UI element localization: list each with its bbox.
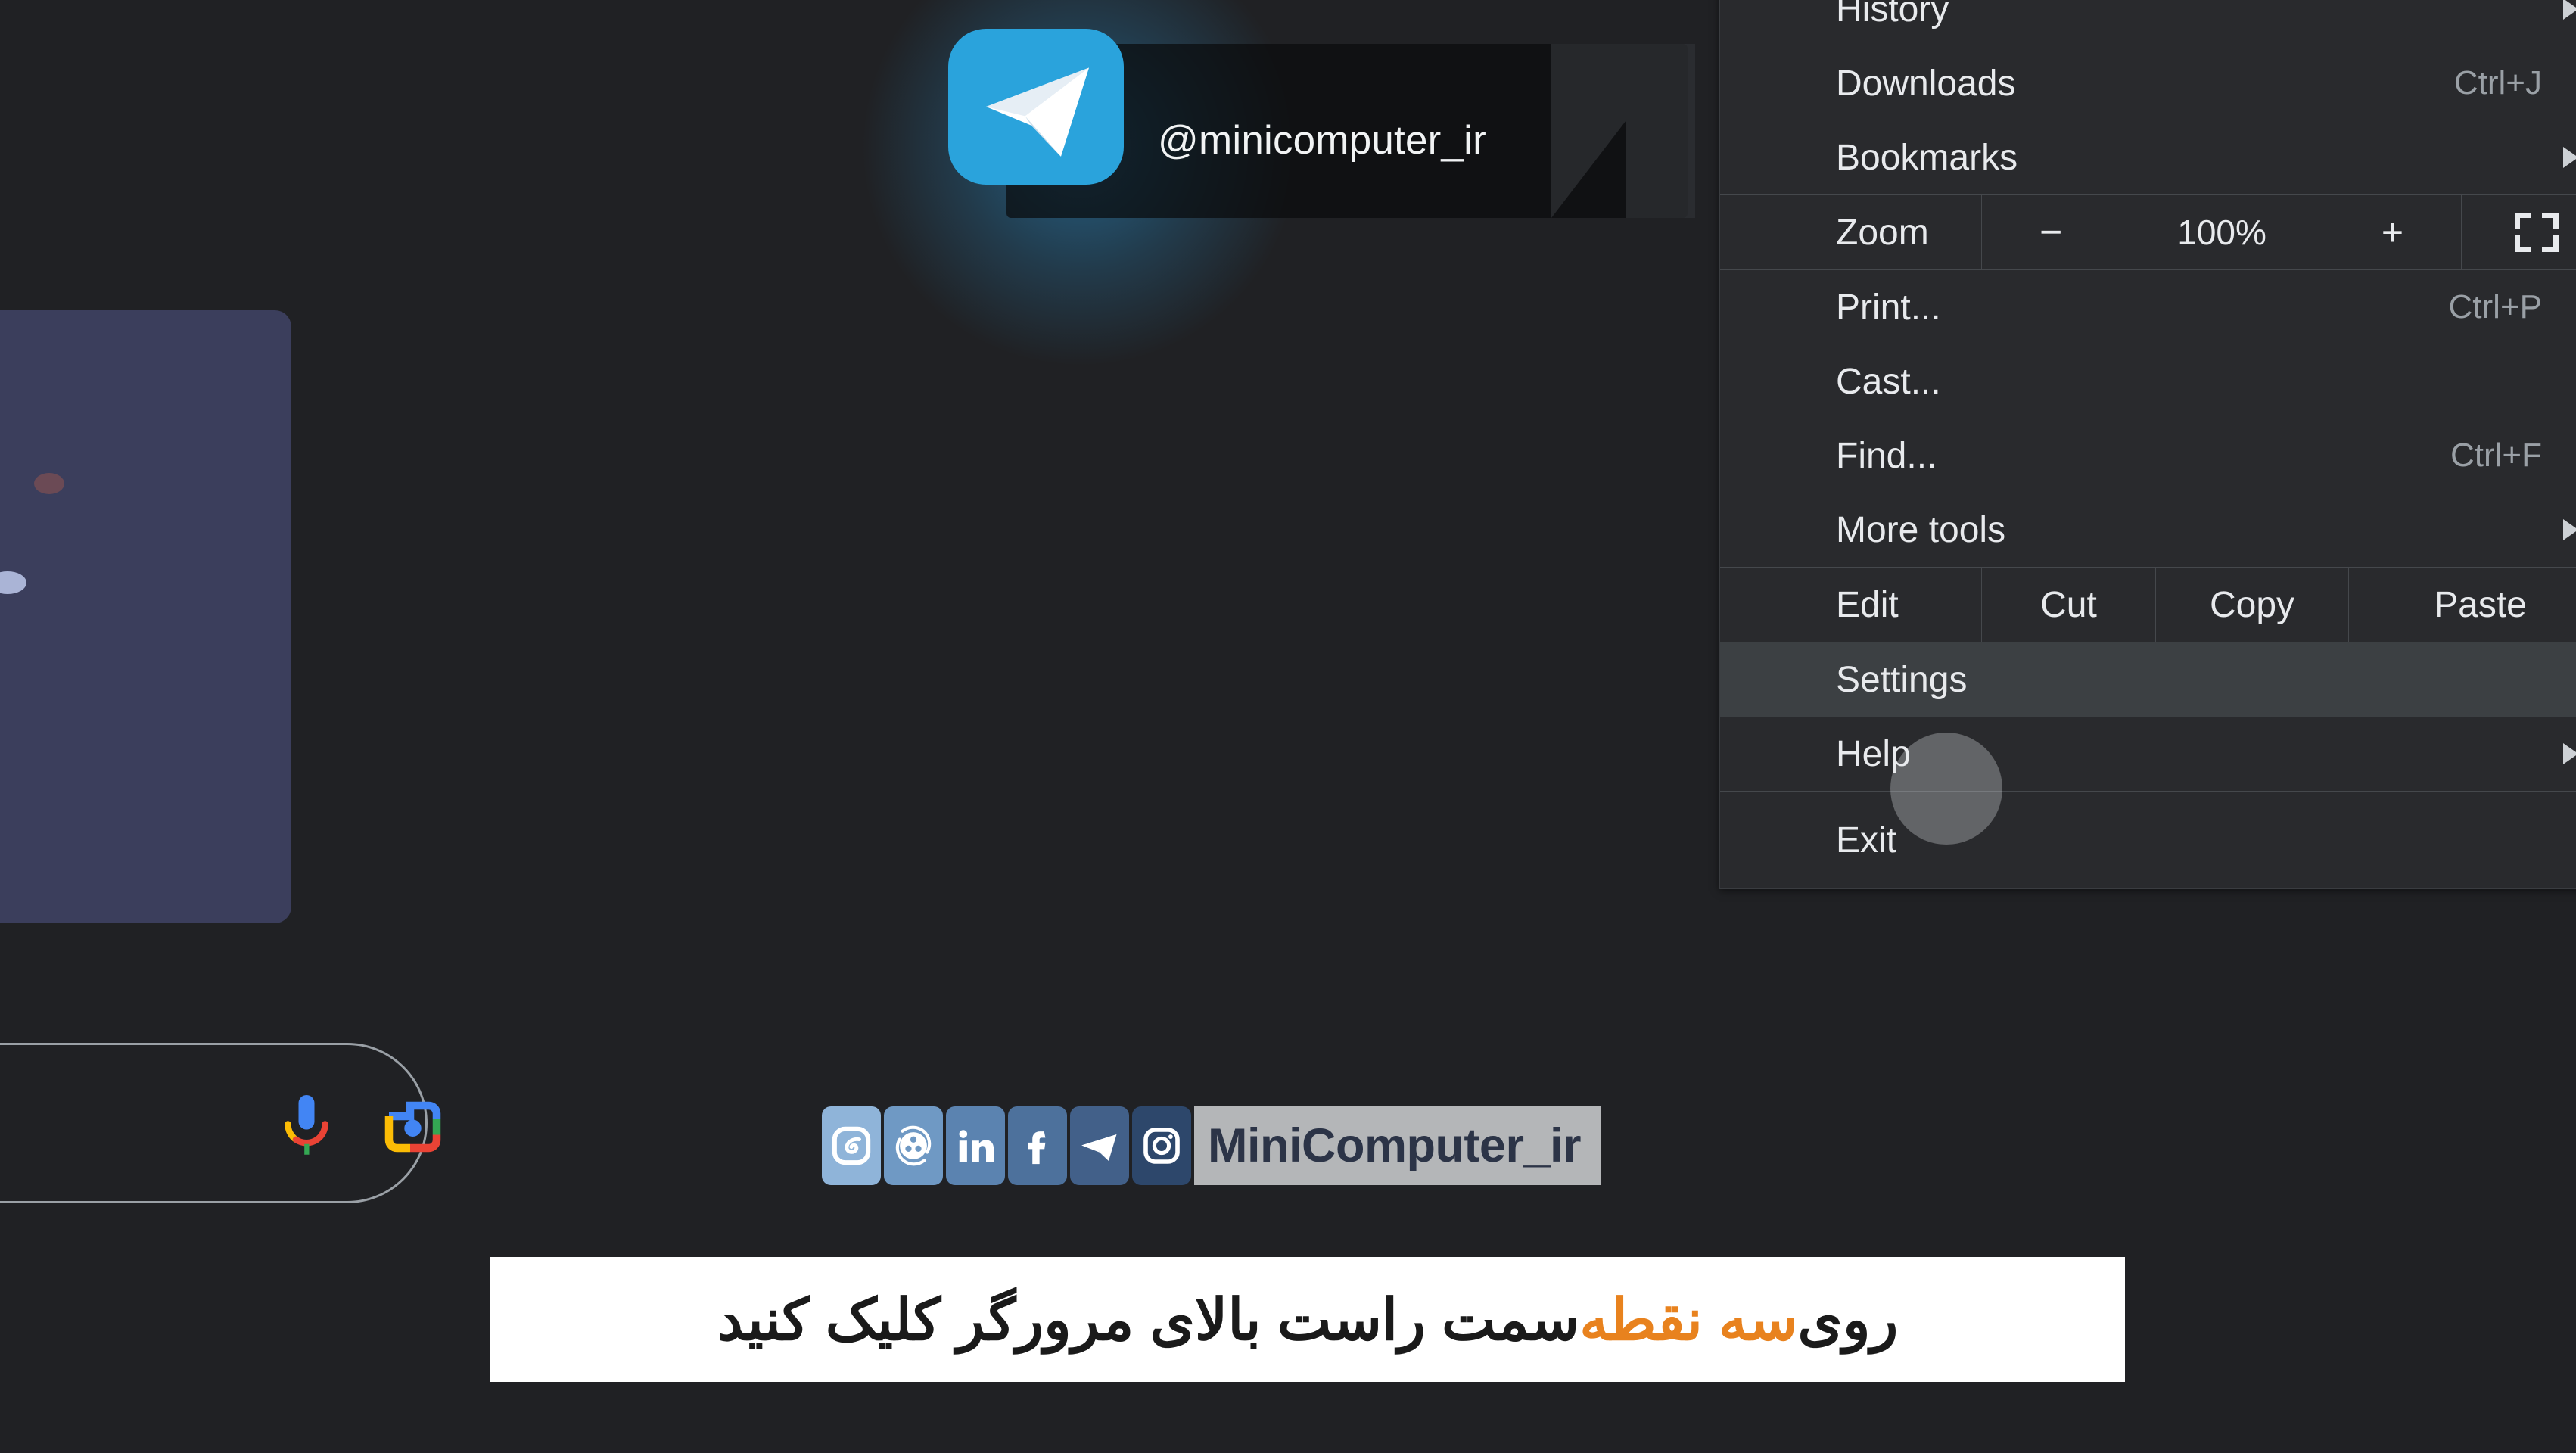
caption-text-after: سمت راست بالای مرورگر کلیک کنید [717, 1288, 1580, 1352]
edit-label: Edit [1836, 584, 1899, 625]
telegram-paper-plane-icon [948, 29, 1124, 185]
copy-button[interactable]: Copy [2155, 568, 2348, 642]
fullscreen-button[interactable] [2462, 195, 2576, 269]
menu-item-print[interactable]: Print... Ctrl+P [1720, 270, 2576, 344]
instruction-banner: روی سه نقطه سمت راست بالای مرورگر کلیک ک… [490, 1257, 2125, 1382]
menu-item-cast[interactable]: Cast... [1720, 344, 2576, 418]
menu-item-shortcut: Ctrl+F [2450, 437, 2542, 474]
instagram-icon[interactable] [1132, 1106, 1191, 1185]
telegram-handle: @minicomputer_ir [1158, 118, 1487, 163]
chevron-right-icon [2563, 743, 2576, 764]
zoom-in-button[interactable]: + [2382, 210, 2403, 254]
screen-root: @minicomputer_ir History Downloads Ctrl+… [0, 0, 2576, 1453]
menu-edit-row: Edit Cut Copy Paste [1720, 568, 2576, 642]
menu-item-history[interactable]: History [1720, 0, 2576, 46]
zoom-level-value: 100% [2177, 213, 2266, 252]
confetti-dot [34, 473, 64, 494]
cut-button[interactable]: Cut [1981, 568, 2155, 642]
menu-item-more-tools[interactable]: More tools [1720, 493, 2576, 567]
bale-icon[interactable] [884, 1106, 943, 1185]
confetti-dot [0, 571, 26, 594]
social-bar: MiniComputer_ir [822, 1106, 1601, 1185]
menu-item-bookmarks[interactable]: Bookmarks [1720, 120, 2576, 194]
menu-item-label: Find... [1836, 435, 1937, 476]
menu-item-label: Settings [1836, 659, 1968, 700]
caption-text-before: روی [1797, 1288, 1899, 1352]
caption-text-highlight: سه نقطه [1579, 1288, 1798, 1352]
linkedin-icon[interactable] [946, 1106, 1005, 1185]
chevron-right-icon [2563, 519, 2576, 540]
menu-item-shortcut: Ctrl+P [2448, 288, 2542, 325]
menu-item-label: Downloads [1836, 63, 2016, 104]
menu-item-settings[interactable]: Settings [1720, 642, 2576, 717]
search-bar[interactable] [0, 1043, 441, 1203]
menu-item-exit[interactable]: Exit [1720, 792, 2576, 888]
chevron-right-icon [2563, 0, 2576, 20]
menu-item-label: More tools [1836, 509, 2006, 550]
menu-zoom-row: Zoom − 100% + [1720, 195, 2576, 269]
menu-item-help[interactable]: Help [1720, 717, 2576, 791]
menu-item-shortcut: Ctrl+J [2453, 64, 2542, 101]
chrome-three-dot-menu: History Downloads Ctrl+J Bookmarks Zoom … [1719, 0, 2576, 889]
shortcut-card[interactable] [0, 310, 291, 923]
menu-item-downloads[interactable]: Downloads Ctrl+J [1720, 46, 2576, 120]
menu-item-label: Bookmarks [1836, 137, 2018, 178]
fullscreen-icon [2515, 213, 2559, 252]
zoom-label: Zoom [1836, 212, 1929, 253]
paste-button[interactable]: Paste [2348, 568, 2576, 642]
chevron-right-icon [2563, 147, 2576, 168]
menu-item-label: Print... [1836, 287, 1941, 328]
google-lens-camera-icon[interactable] [381, 1095, 450, 1159]
eitaa-icon[interactable] [822, 1106, 881, 1185]
brand-badge: MiniComputer_ir [1194, 1106, 1601, 1185]
menu-item-label: History [1836, 0, 1949, 30]
menu-item-label: Help [1836, 733, 1911, 774]
zoom-out-button[interactable]: − [2039, 210, 2062, 255]
menu-item-label: Cast... [1836, 361, 1941, 402]
telegram-icon[interactable] [1070, 1106, 1129, 1185]
facebook-icon[interactable] [1008, 1106, 1067, 1185]
google-microphone-icon[interactable] [275, 1092, 338, 1162]
zoom-controls: − 100% + [1981, 195, 2462, 269]
menu-item-find[interactable]: Find... Ctrl+F [1720, 418, 2576, 493]
menu-item-label: Exit [1836, 820, 1897, 860]
